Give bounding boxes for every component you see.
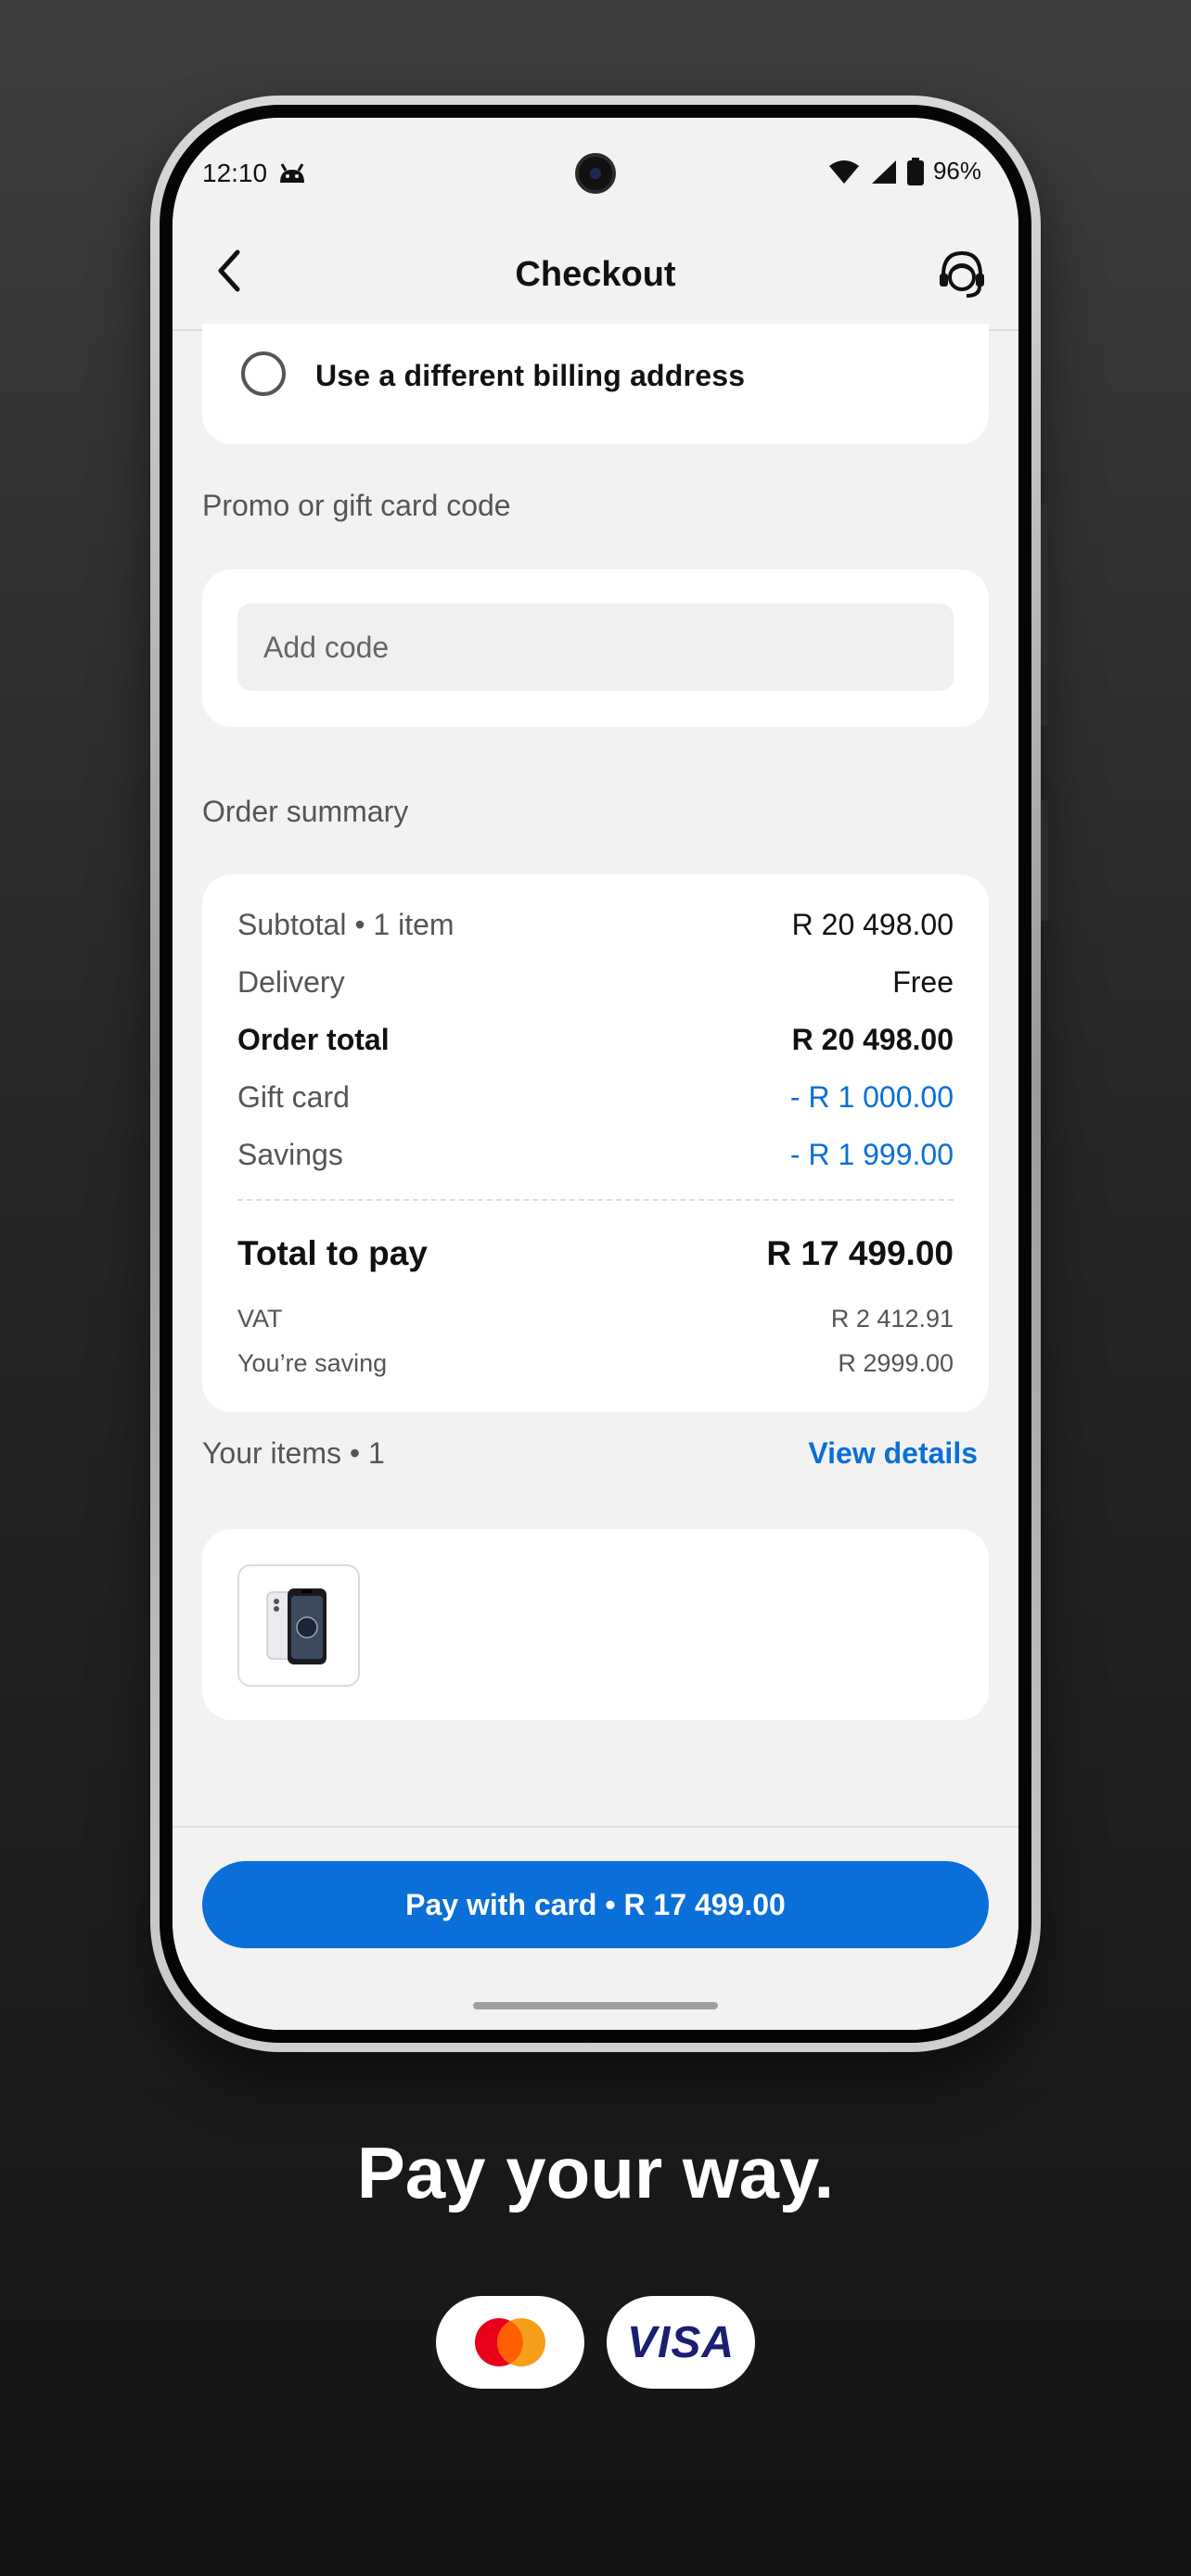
- vat-row: VAT R 2 412.91: [237, 1305, 954, 1333]
- order-summary-card: Subtotal • 1 item R 20 498.00 Delivery F…: [202, 874, 989, 1412]
- promo-card: [202, 569, 989, 727]
- battery-percent: 96%: [932, 157, 981, 185]
- your-items-label: Your items • 1: [202, 1436, 385, 1470]
- you-are-saving-value: R 2999.00: [838, 1349, 954, 1377]
- savings-label: Savings: [237, 1138, 343, 1171]
- you-are-saving-row: You’re saving R 2999.00: [237, 1349, 954, 1378]
- you-are-saving-label: You’re saving: [237, 1349, 388, 1377]
- gift-card-label: Gift card: [237, 1080, 350, 1114]
- order-summary-label: Order summary: [202, 795, 409, 828]
- subtotal-row: Subtotal • 1 item R 20 498.00: [237, 908, 954, 942]
- product-thumbnail[interactable]: [237, 1564, 360, 1687]
- view-details-link[interactable]: View details: [808, 1436, 978, 1471]
- page-title: Checkout: [515, 255, 676, 294]
- your-items-card: [202, 1529, 989, 1720]
- battery-icon: [906, 157, 924, 185]
- billing-address-card[interactable]: Use a different billing address: [202, 324, 989, 444]
- support-headset-icon[interactable]: [935, 246, 989, 300]
- visa-logo: VISA: [607, 2296, 755, 2389]
- mastercard-logo: [436, 2296, 584, 2389]
- marketing-tagline: Pay your way.: [356, 2132, 835, 2213]
- promo-code-input[interactable]: [237, 604, 954, 691]
- subtotal-value: R 20 498.00: [791, 908, 954, 941]
- pay-with-card-button[interactable]: Pay with card • R 17 499.00: [202, 1861, 989, 1948]
- your-items-header: Your items • 1 View details: [202, 1436, 989, 1471]
- status-bar: 12:10 96%: [173, 118, 1018, 210]
- home-indicator[interactable]: [473, 2002, 718, 2009]
- promo-section-label: Promo or gift card code: [202, 489, 511, 522]
- savings-value: - R 1 999.00: [789, 1138, 954, 1171]
- gift-card-value: - R 1 000.00: [789, 1080, 954, 1114]
- summary-divider: [237, 1199, 954, 1201]
- order-total-value: R 20 498.00: [791, 1023, 954, 1056]
- order-total-label: Order total: [237, 1023, 390, 1056]
- mastercard-icon: [475, 2318, 545, 2366]
- wifi-icon: [828, 159, 859, 184]
- front-camera: [575, 153, 616, 194]
- checkout-bottom-bar: Pay with card • R 17 499.00: [173, 1826, 1018, 2030]
- payment-logos: VISA: [0, 2296, 1191, 2389]
- total-to-pay-label: Total to pay: [237, 1234, 428, 1272]
- delivery-label: Delivery: [237, 965, 345, 999]
- billing-radio[interactable]: [241, 351, 286, 396]
- delivery-row: Delivery Free: [237, 965, 954, 1000]
- status-time: 12:10: [202, 159, 268, 187]
- visa-wordmark: VISA: [626, 2317, 736, 2367]
- total-to-pay-row: Total to pay R 17 499.00: [237, 1234, 954, 1273]
- app-header: Checkout: [173, 210, 1018, 331]
- savings-row: Savings - R 1 999.00: [237, 1138, 954, 1172]
- delivery-value: Free: [892, 965, 954, 999]
- subtotal-label: Subtotal • 1 item: [237, 908, 455, 941]
- vat-label: VAT: [237, 1305, 283, 1333]
- phone-product-image: [266, 1588, 327, 1664]
- gift-card-row: Gift card - R 1 000.00: [237, 1080, 954, 1115]
- order-total-row: Order total R 20 498.00: [237, 1023, 954, 1057]
- signal-icon: [871, 159, 896, 184]
- vat-value: R 2 412.91: [830, 1305, 954, 1333]
- billing-label: Use a different billing address: [315, 359, 746, 392]
- app-screen: 12:10 96% Checkout Use a different billi…: [173, 118, 1018, 2030]
- phone-frame: 12:10 96% Checkout Use a different billi…: [150, 96, 1048, 2052]
- total-to-pay-value: R 17 499.00: [766, 1234, 954, 1272]
- volume-button: [1041, 504, 1048, 726]
- power-button: [1041, 800, 1048, 921]
- android-debug-icon: [280, 163, 304, 183]
